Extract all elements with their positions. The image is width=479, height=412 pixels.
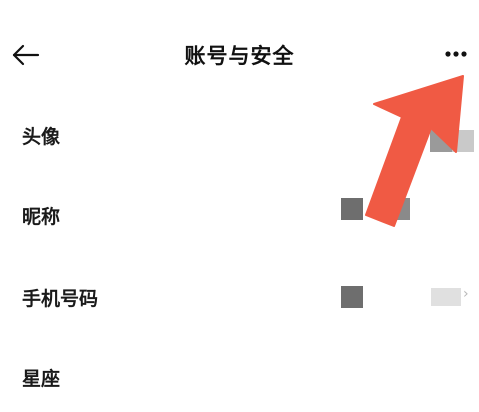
page-title: 账号与安全 (184, 44, 295, 68)
phone-mosaic-block (431, 288, 461, 306)
top-navigation-bar: 账号与安全 (0, 0, 479, 104)
chevron-right-icon: › (463, 286, 469, 302)
row-label-nickname: 昵称 (22, 206, 61, 228)
settings-row-avatar[interactable]: 头像 (0, 104, 479, 164)
nickname-mosaic (341, 198, 363, 220)
row-label-phone-number: 手机号码 (22, 288, 99, 310)
settings-row-nickname[interactable]: 昵称 (0, 184, 479, 244)
row-label-constellation: 星座 (22, 368, 61, 390)
avatar-mosaic-block (452, 130, 474, 152)
settings-row-constellation[interactable]: 星座 (0, 352, 479, 412)
settings-row-phone-number[interactable]: 手机号码 › (0, 266, 479, 326)
more-dots-icon (445, 51, 467, 57)
nickname-mosaic-block (388, 198, 410, 220)
more-options-button[interactable] (438, 40, 474, 70)
phone-mosaic (341, 286, 363, 308)
row-label-avatar: 头像 (22, 126, 61, 148)
avatar-mosaic (430, 130, 452, 152)
